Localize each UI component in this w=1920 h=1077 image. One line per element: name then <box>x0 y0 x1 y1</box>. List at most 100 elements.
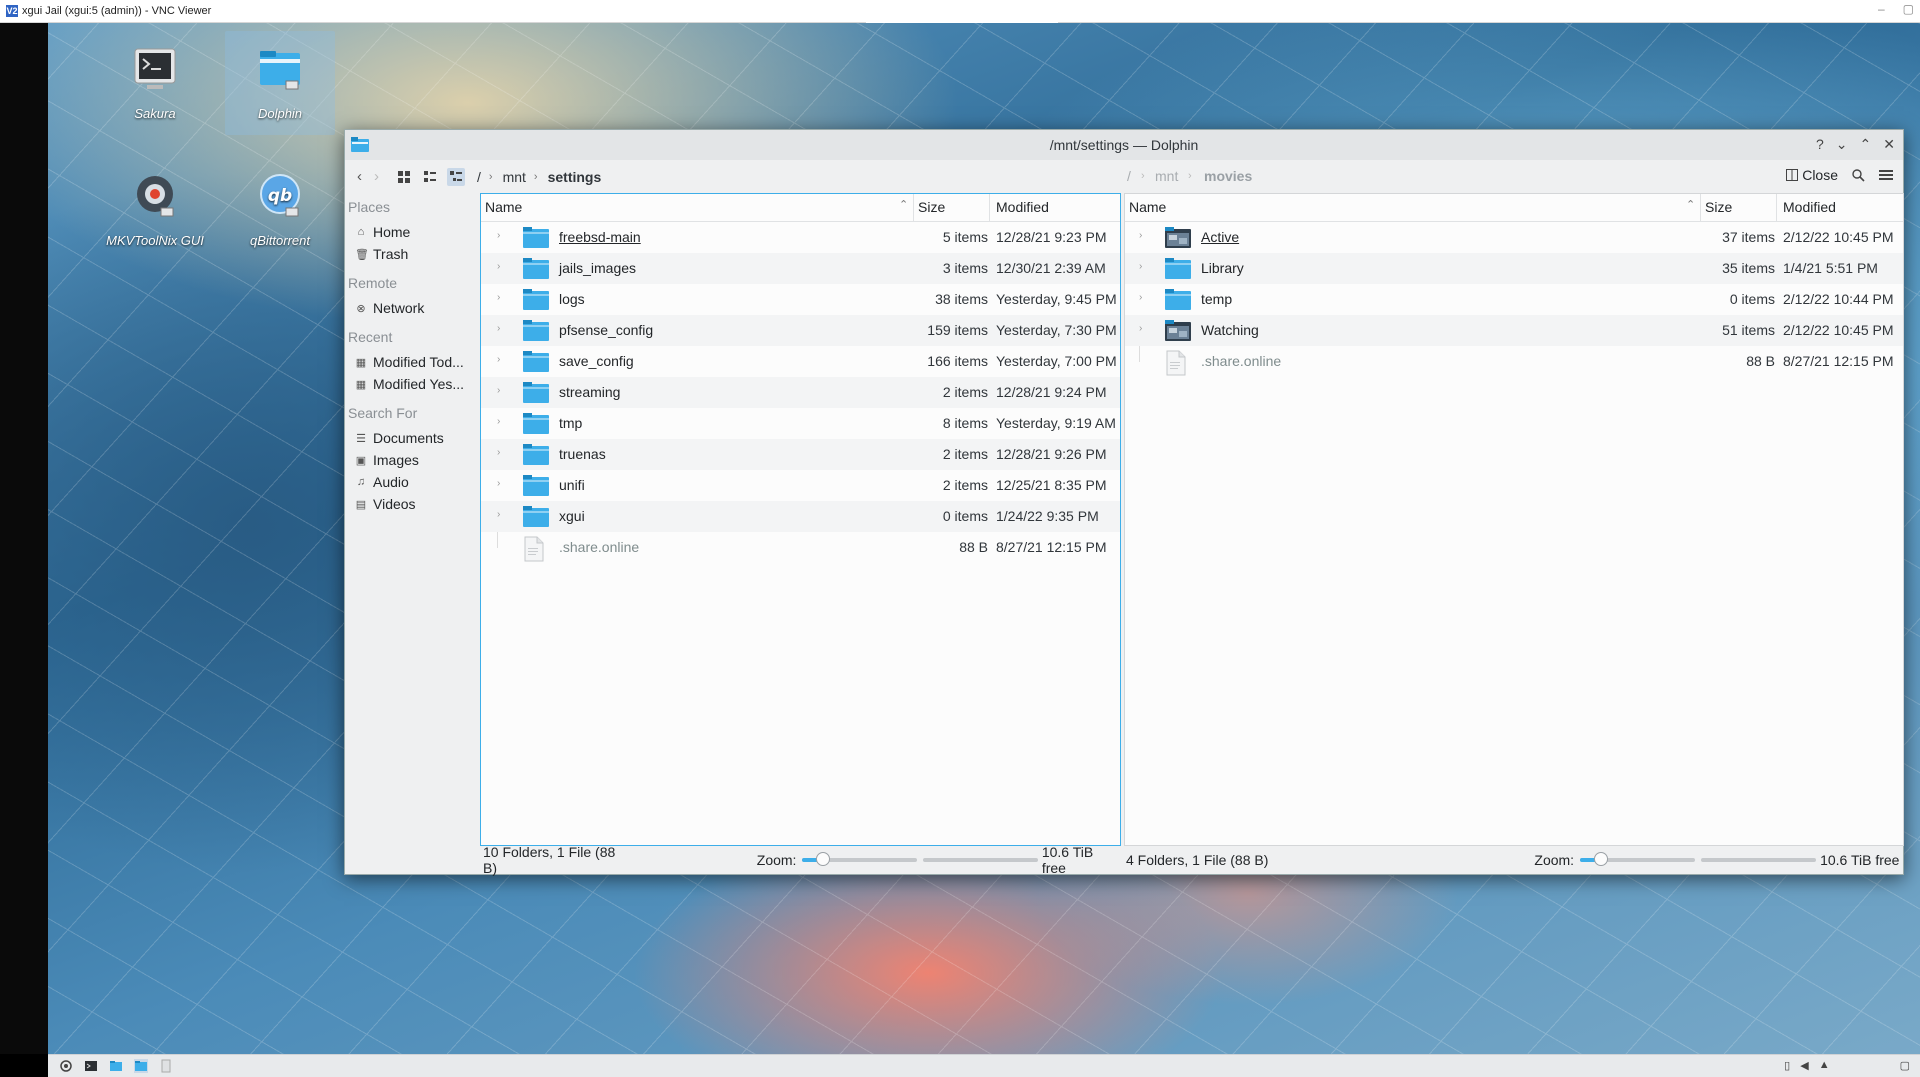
column-header-size[interactable]: Size <box>1705 199 1732 215</box>
desktop-icon-mkvtoolnix[interactable]: MKVToolNix GUI <box>100 170 210 248</box>
details-view-button[interactable] <box>447 168 465 186</box>
right-breadcrumb-mnt[interactable]: mnt <box>1155 168 1178 184</box>
table-row[interactable]: ›unifi2 items12/25/21 8:35 PM <box>481 470 1120 501</box>
expand-arrow-icon[interactable]: › <box>1139 230 1142 241</box>
expand-arrow-icon[interactable]: › <box>497 478 500 489</box>
table-row[interactable]: ›tmp8 itemsYesterday, 9:19 AM <box>481 408 1120 439</box>
breadcrumb-current[interactable]: settings <box>548 169 602 185</box>
window-titlebar[interactable]: /mnt/settings — Dolphin ? ⌄ ⌃ ✕ <box>345 130 1903 160</box>
column-header-modified[interactable]: Modified <box>1783 199 1836 215</box>
breadcrumb-separator-icon: › <box>1188 170 1192 182</box>
places-item-images[interactable]: ▣Images <box>345 449 480 471</box>
places-item-network[interactable]: ⊗Network <box>345 297 480 319</box>
hamburger-icon[interactable] <box>1879 169 1893 181</box>
zoom-slider[interactable] <box>802 858 917 862</box>
desktop-icon-qbittorrent[interactable]: qb qBittorrent <box>225 170 335 248</box>
zoom-slider[interactable] <box>1580 858 1695 862</box>
right-breadcrumb-root[interactable]: / <box>1127 168 1131 184</box>
right-breadcrumb-current[interactable]: movies <box>1204 168 1252 184</box>
column-header-modified[interactable]: Modified <box>996 199 1049 215</box>
expand-arrow-icon[interactable]: › <box>497 323 500 334</box>
document-icon[interactable] <box>159 1059 173 1073</box>
expand-arrow-icon[interactable]: › <box>497 385 500 396</box>
table-row[interactable]: ›Watching51 items2/12/22 10:45 PM <box>1125 315 1903 346</box>
minimize-button[interactable]: ⌄ <box>1836 136 1848 153</box>
table-row[interactable]: ›logs38 itemsYesterday, 9:45 PM <box>481 284 1120 315</box>
table-row[interactable]: .share.online88 B8/27/21 12:15 PM <box>1125 346 1903 377</box>
column-divider[interactable] <box>1700 194 1701 222</box>
expand-arrow-icon[interactable]: › <box>497 509 500 520</box>
dolphin-app-icon[interactable] <box>351 137 369 152</box>
close-split-button[interactable]: Close <box>1786 167 1838 183</box>
help-button[interactable]: ? <box>1816 136 1824 153</box>
volume-icon[interactable]: ◀ <box>1800 1059 1808 1072</box>
folder-icon[interactable] <box>109 1059 123 1073</box>
column-header-name[interactable]: Name <box>1129 199 1166 215</box>
vnc-minimize-button[interactable]: – <box>1878 2 1885 16</box>
expand-arrow-icon[interactable]: › <box>497 292 500 303</box>
status-text: 4 Folders, 1 File (88 B) <box>1126 852 1268 868</box>
left-file-pane[interactable]: Name ⌃ Size Modified ›freebsd-main5 item… <box>480 193 1121 846</box>
close-button[interactable]: ✕ <box>1883 136 1895 153</box>
places-item-modified-yesterday[interactable]: ▦Modified Yes... <box>345 373 480 395</box>
table-row[interactable]: .share.online88 B8/27/21 12:15 PM <box>481 532 1120 563</box>
table-row[interactable]: ›jails_images3 items12/30/21 2:39 AM <box>481 253 1120 284</box>
file-modified: 2/12/22 10:44 PM <box>1783 291 1894 307</box>
file-size: 51 items <box>1722 322 1775 338</box>
expand-arrow-icon[interactable]: › <box>497 354 500 365</box>
table-row[interactable]: ›save_config166 itemsYesterday, 7:00 PM <box>481 346 1120 377</box>
table-row[interactable]: ›Library35 items1/4/21 5:51 PM <box>1125 253 1903 284</box>
search-icon[interactable] <box>1852 169 1865 182</box>
places-item-home[interactable]: ⌂Home <box>345 221 480 243</box>
expand-arrow-icon[interactable]: › <box>1139 323 1142 334</box>
terminal-icon[interactable] <box>84 1059 98 1073</box>
column-header-name[interactable]: Name <box>485 199 522 215</box>
vnc-maximize-button[interactable]: ▢ <box>1903 2 1914 16</box>
table-row[interactable]: ›streaming2 items12/28/21 9:24 PM <box>481 377 1120 408</box>
show-desktop-icon[interactable]: ▢ <box>1900 1059 1910 1072</box>
breadcrumb-root[interactable]: / <box>477 169 481 185</box>
file-size: 159 items <box>927 322 988 338</box>
app-launcher-icon[interactable] <box>59 1059 73 1073</box>
desktop-icon-dolphin[interactable]: Dolphin <box>225 31 335 135</box>
table-row[interactable]: ›Active37 items2/12/22 10:45 PM <box>1125 222 1903 253</box>
column-divider[interactable] <box>989 194 990 222</box>
forward-button[interactable]: › <box>374 168 379 185</box>
maximize-button[interactable]: ⌃ <box>1860 136 1872 153</box>
expand-arrow-icon[interactable]: › <box>497 261 500 272</box>
dolphin-task-icon[interactable] <box>134 1059 148 1073</box>
right-status-bar: 4 Folders, 1 File (88 B) Zoom: 10.6 TiB … <box>1124 846 1904 874</box>
table-row[interactable]: ›xgui0 items1/24/22 9:35 PM <box>481 501 1120 532</box>
table-row[interactable]: ›freebsd-main5 items12/28/21 9:23 PM <box>481 222 1120 253</box>
expand-arrow-icon[interactable]: › <box>1139 292 1142 303</box>
right-file-pane[interactable]: Name ⌃ Size Modified ›Active37 items2/12… <box>1124 193 1904 846</box>
icons-view-button[interactable] <box>395 168 413 186</box>
places-item-modified-today[interactable]: ▦Modified Tod... <box>345 351 480 373</box>
expand-arrow-icon[interactable]: › <box>497 447 500 458</box>
zoom-slider-handle[interactable] <box>816 852 830 866</box>
column-divider[interactable] <box>913 194 914 222</box>
places-item-videos[interactable]: ▤Videos <box>345 493 480 515</box>
tray-expand-icon[interactable]: ▲ <box>1819 1059 1830 1072</box>
desktop-icon-sakura[interactable]: Sakura <box>100 43 210 121</box>
table-row[interactable]: ›pfsense_config159 itemsYesterday, 7:30 … <box>481 315 1120 346</box>
expand-arrow-icon[interactable]: › <box>497 416 500 427</box>
breadcrumb-mnt[interactable]: mnt <box>503 169 526 185</box>
zoom-slider-handle[interactable] <box>1594 852 1608 866</box>
expand-arrow-icon[interactable]: › <box>497 230 500 241</box>
table-row[interactable]: ›temp0 items2/12/22 10:44 PM <box>1125 284 1903 315</box>
folder-icon <box>523 226 549 248</box>
expand-arrow-icon[interactable]: › <box>1139 261 1142 272</box>
desktop-icon-label: Sakura <box>100 106 210 121</box>
back-button[interactable]: ‹ <box>357 168 362 185</box>
table-row[interactable]: ›truenas2 items12/28/21 9:26 PM <box>481 439 1120 470</box>
places-item-audio[interactable]: ♫Audio <box>345 471 480 493</box>
clipboard-icon[interactable]: ▯ <box>1784 1059 1790 1072</box>
places-item-trash[interactable]: 🗑Trash <box>345 243 480 265</box>
compact-view-button[interactable] <box>421 168 439 186</box>
media-folder-icon <box>1165 319 1191 341</box>
places-item-documents[interactable]: ☰Documents <box>345 427 480 449</box>
row-icon <box>523 319 549 344</box>
column-divider[interactable] <box>1776 194 1777 222</box>
column-header-size[interactable]: Size <box>918 199 945 215</box>
